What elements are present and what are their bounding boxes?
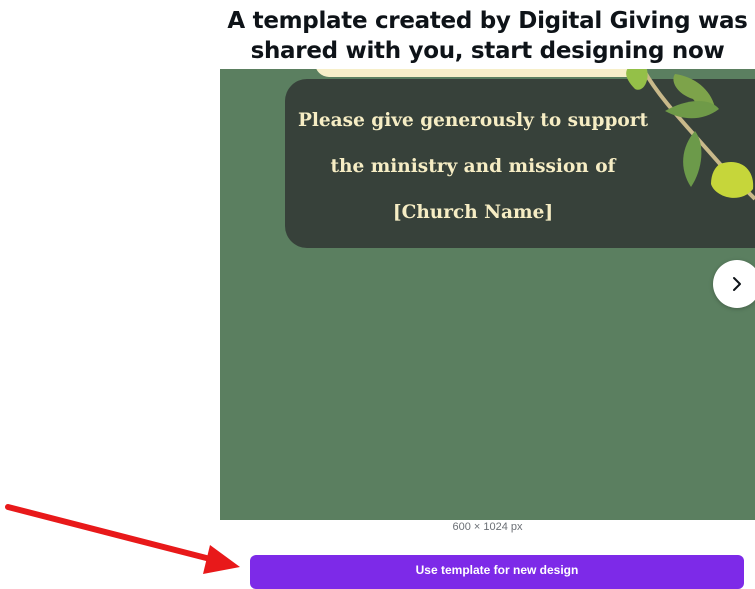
use-template-label: Use template for new design <box>415 563 579 577</box>
share-heading: A template created by Digital Giving was… <box>220 6 755 66</box>
preview-top-tab <box>315 69 645 77</box>
annotation-arrow <box>5 504 240 574</box>
chevron-right-icon <box>733 277 741 291</box>
template-dimensions: 600 × 1024 px <box>452 521 523 533</box>
message-line: the ministry and mission of <box>330 156 616 177</box>
next-page-button[interactable] <box>713 260 755 308</box>
share-heading-line1: A template created by Digital Giving was <box>227 8 748 34</box>
message-text: Please give generously to support the mi… <box>290 98 656 236</box>
message-line: Please give generously to support <box>297 110 649 131</box>
leaf-vine-decoration <box>626 69 755 201</box>
message-line: [Church Name] <box>392 202 554 223</box>
template-preview: Please give generously to support the mi… <box>220 69 755 520</box>
use-template-button[interactable]: Use template for new design <box>250 555 744 589</box>
share-heading-line2: shared with you, start designing now <box>250 38 725 64</box>
